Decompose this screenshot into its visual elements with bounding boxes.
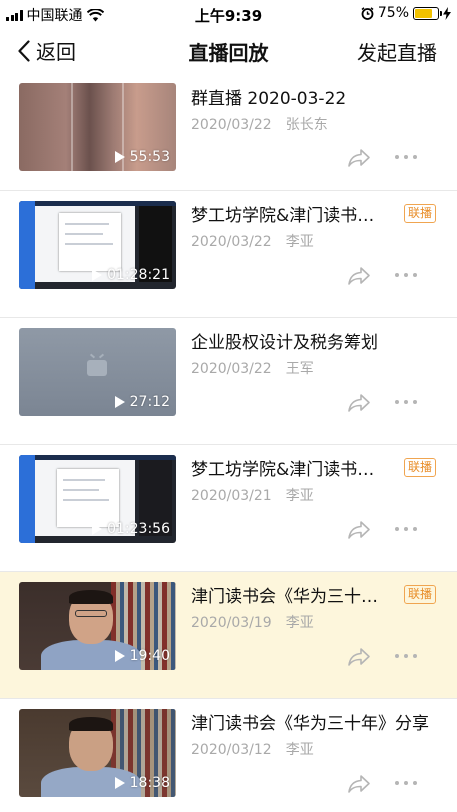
tv-placeholder-icon bbox=[87, 360, 107, 376]
duration-badge: 19:40 bbox=[114, 648, 170, 664]
share-arrow-icon[interactable] bbox=[347, 647, 371, 667]
duration-badge: 18:38 bbox=[114, 775, 170, 791]
item-title: 群直播 2020-03-22 bbox=[191, 89, 347, 109]
replay-list: 55:53 群直播 2020-03-22 2020/03/22 张长东 01:28… bbox=[0, 74, 457, 812]
charging-bolt-icon bbox=[443, 6, 451, 20]
duration-label: 55:53 bbox=[129, 149, 170, 165]
share-arrow-icon[interactable] bbox=[347, 266, 371, 286]
duration-label: 19:40 bbox=[129, 648, 170, 664]
more-dots-icon[interactable] bbox=[395, 155, 417, 159]
item-author: 张长东 bbox=[285, 117, 328, 133]
video-thumbnail[interactable]: 01:23:56 bbox=[19, 455, 176, 543]
duration-label: 01:28:21 bbox=[107, 267, 170, 283]
item-meta: 2020/03/12 李亚 bbox=[191, 739, 314, 759]
simulcast-badge: 联播 bbox=[404, 458, 437, 477]
item-meta: 2020/03/22 张长东 bbox=[191, 114, 328, 134]
more-dots-icon[interactable] bbox=[395, 527, 417, 531]
duration-badge: 55:53 bbox=[114, 149, 170, 165]
status-right: 75% bbox=[361, 5, 451, 21]
duration-badge: 01:28:21 bbox=[92, 267, 170, 283]
item-date: 2020/03/22 bbox=[191, 361, 272, 377]
video-thumbnail[interactable]: 18:38 bbox=[19, 709, 176, 797]
duration-badge: 01:23:56 bbox=[92, 521, 170, 537]
more-dots-icon[interactable] bbox=[395, 654, 417, 658]
battery-percent: 75% bbox=[377, 5, 409, 21]
item-author: 李亚 bbox=[285, 234, 314, 250]
video-thumbnail[interactable]: 01:28:21 bbox=[19, 201, 176, 289]
item-title: 企业股权设计及税务筹划 bbox=[191, 333, 378, 353]
replay-item[interactable]: 18:38 津门读书会《华为三十年》分享 2020/03/12 李亚 bbox=[0, 699, 457, 812]
item-meta: 2020/03/22 李亚 bbox=[191, 231, 314, 251]
duration-label: 18:38 bbox=[129, 775, 170, 791]
share-arrow-icon[interactable] bbox=[347, 393, 371, 413]
item-meta: 2020/03/19 李亚 bbox=[191, 612, 314, 632]
play-icon bbox=[114, 777, 125, 789]
item-meta: 2020/03/22 王军 bbox=[191, 358, 314, 378]
alarm-icon bbox=[361, 6, 374, 20]
item-author: 李亚 bbox=[285, 488, 314, 504]
duration-label: 01:23:56 bbox=[107, 521, 170, 537]
chevron-left-icon bbox=[18, 39, 30, 62]
status-bar: 中国联通 上午9:39 75% bbox=[0, 0, 457, 28]
replay-item-highlighted[interactable]: 19:40 津门读书会《华为三十年》 联播 2020/03/19 李亚 bbox=[0, 572, 457, 699]
play-icon bbox=[114, 151, 125, 163]
replay-item[interactable]: 01:28:21 梦工坊学院&津门读书会《华为三十年》 联播 2020/03/2… bbox=[0, 191, 457, 318]
duration-label: 27:12 bbox=[129, 394, 170, 410]
item-title: 津门读书会《华为三十年》分享 bbox=[191, 714, 429, 734]
battery-fill bbox=[415, 8, 432, 18]
simulcast-badge: 联播 bbox=[404, 585, 437, 604]
item-title: 津门读书会《华为三十年》 bbox=[191, 587, 391, 607]
share-arrow-icon[interactable] bbox=[347, 774, 371, 794]
more-dots-icon[interactable] bbox=[395, 273, 417, 277]
more-dots-icon[interactable] bbox=[395, 400, 417, 404]
video-thumbnail[interactable]: 19:40 bbox=[19, 582, 176, 670]
play-icon bbox=[92, 523, 103, 535]
share-arrow-icon[interactable] bbox=[347, 520, 371, 540]
item-date: 2020/03/19 bbox=[191, 615, 272, 631]
video-thumbnail[interactable]: 55:53 bbox=[19, 83, 176, 171]
item-author: 李亚 bbox=[285, 615, 314, 631]
item-title: 梦工坊学院&津门读书会《华为三十年》 bbox=[191, 206, 391, 226]
play-icon bbox=[114, 396, 125, 408]
item-date: 2020/03/12 bbox=[191, 742, 272, 758]
start-live-button[interactable]: 发起直播 bbox=[357, 37, 437, 66]
item-date: 2020/03/22 bbox=[191, 234, 272, 250]
play-icon bbox=[114, 650, 125, 662]
battery-icon bbox=[413, 6, 442, 20]
replay-item[interactable]: 01:23:56 梦工坊学院&津门读书会《华为三十年》 联播 2020/03/2… bbox=[0, 445, 457, 572]
share-arrow-icon[interactable] bbox=[347, 148, 371, 168]
item-date: 2020/03/21 bbox=[191, 488, 272, 504]
play-icon bbox=[92, 269, 103, 281]
item-author: 王军 bbox=[285, 361, 314, 377]
more-dots-icon[interactable] bbox=[395, 781, 417, 785]
item-title: 梦工坊学院&津门读书会《华为三十年》 bbox=[191, 460, 391, 480]
replay-item[interactable]: 55:53 群直播 2020-03-22 2020/03/22 张长东 bbox=[0, 74, 457, 191]
replay-item[interactable]: 27:12 企业股权设计及税务筹划 2020/03/22 王军 bbox=[0, 318, 457, 445]
nav-bar: 返回 直播回放 发起直播 bbox=[0, 28, 457, 74]
duration-badge: 27:12 bbox=[114, 394, 170, 410]
video-thumbnail[interactable]: 27:12 bbox=[19, 328, 176, 416]
back-button[interactable]: 返回 bbox=[18, 36, 76, 65]
item-meta: 2020/03/21 李亚 bbox=[191, 485, 314, 505]
simulcast-badge: 联播 bbox=[404, 204, 437, 223]
item-author: 李亚 bbox=[285, 742, 314, 758]
item-date: 2020/03/22 bbox=[191, 117, 272, 133]
back-label: 返回 bbox=[36, 40, 76, 64]
